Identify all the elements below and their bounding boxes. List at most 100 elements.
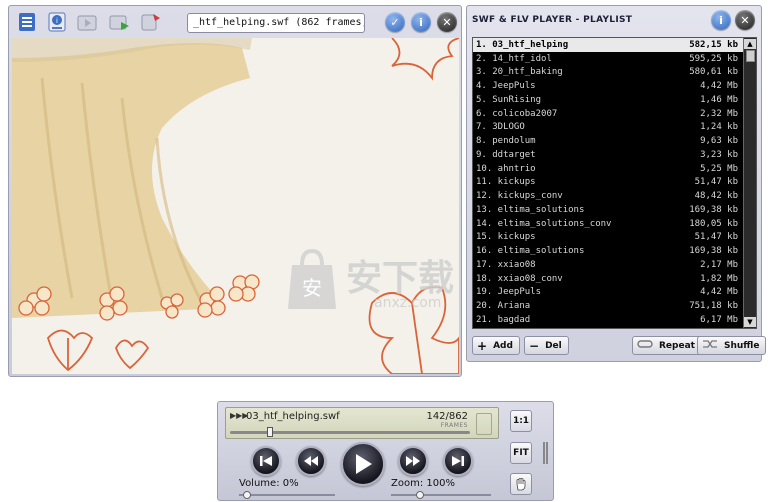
play-folder-icon[interactable] (107, 11, 131, 33)
frame-counter: 142/862 (426, 411, 468, 422)
playlist-item[interactable]: 19. JeepPuls 4,42 Mb (473, 286, 756, 300)
volume-knob[interactable] (243, 491, 251, 499)
actual-size-button[interactable]: 1:1 (510, 410, 532, 432)
close-icon[interactable]: ✕ (735, 10, 755, 30)
playlist-item[interactable]: 5. SunRising 1,46 Mb (473, 93, 756, 107)
fit-button[interactable]: FIT (510, 442, 532, 464)
seek-knob[interactable] (266, 427, 273, 437)
display-panel: ▶▶▶ 03_htf_helping.swf 142/862 FRAMES (225, 407, 499, 439)
playlist-item-name: 5. SunRising (476, 94, 542, 105)
playlist-item-name: 3. 20_htf_baking (476, 67, 563, 78)
playlist-item[interactable]: 2. 14_htf_idol 595,25 kb (473, 52, 756, 66)
playlist-item-name: 19. JeepPuls (476, 287, 542, 298)
list-icon[interactable] (15, 11, 39, 33)
info-icon[interactable]: i (711, 10, 731, 30)
skip-forward-icon (452, 456, 464, 466)
playlist-item[interactable]: 1. 03_htf_helping 582,15 kb (473, 38, 756, 52)
previous-button[interactable] (251, 446, 281, 476)
playlist-item[interactable]: 20. Ariana 751,18 kb (473, 299, 756, 313)
playlist-item-name: 4. JeepPuls (476, 81, 536, 92)
playlist-item-size: 2,32 Mb (700, 108, 738, 119)
playlist-item[interactable]: 3. 20_htf_baking 580,61 kb (473, 66, 756, 80)
del-button[interactable]: − Del (524, 336, 569, 355)
playlist-item-size: 582,15 kb (689, 39, 738, 50)
playlist-item-name: 16. eltima_solutions (476, 246, 585, 257)
playlist-item-size: 48,42 kb (694, 191, 738, 202)
scroll-thumb[interactable] (745, 50, 755, 62)
panel-grip[interactable] (543, 442, 548, 464)
close-icon[interactable]: ✕ (437, 12, 457, 32)
playlist-item-size: 1,24 kb (700, 122, 738, 133)
playlist-item-name: 13. eltima_solutions (476, 204, 585, 215)
playlist-item[interactable]: 21. bagdad 6,17 Mb (473, 313, 756, 327)
playlist-item[interactable]: 6. colicoba2007 2,32 Mb (473, 107, 756, 121)
playlist-item[interactable]: 18. xxiao08_conv 1,82 Mb (473, 272, 756, 286)
playlist-item[interactable]: 11. kickups 51,47 kb (473, 176, 756, 190)
play-button[interactable] (341, 442, 385, 486)
shuffle-button[interactable]: Shuffle (697, 336, 767, 355)
info-icon[interactable]: i (411, 12, 431, 32)
watermark-bag-icon: 安 (288, 248, 336, 309)
playlist-item-size: 51,47 kb (694, 232, 738, 243)
playlist-item-size: 1,82 Mb (700, 273, 738, 284)
playlist-item-size: 180,05 kb (689, 218, 738, 229)
scroll-up-icon[interactable]: ▲ (744, 39, 756, 49)
playlist-item[interactable]: 14. eltima_solutions_conv 180,05 kb (473, 217, 756, 231)
playlist-item-size: 6,17 Mb (700, 314, 738, 325)
volume-slider[interactable] (239, 491, 335, 499)
playlist-item-size: 51,47 kb (694, 177, 738, 188)
next-button[interactable] (443, 446, 473, 476)
shuffle-icon (702, 339, 718, 352)
playlist-item-size: 169,38 kb (689, 246, 738, 257)
playlist-item-name: 12. kickups_conv (476, 191, 563, 202)
playlist-item-name: 14. eltima_solutions_conv (476, 218, 612, 229)
playlist-item[interactable]: 7. 3DLOGO 1,24 kb (473, 121, 756, 135)
playlist-item[interactable]: 15. kickups 51,47 kb (473, 231, 756, 245)
playlist-item[interactable]: 12. kickups_conv 48,42 kb (473, 189, 756, 203)
playlist-scrollbar[interactable]: ▲ ▼ (743, 38, 756, 328)
playlist-item-name: 1. 03_htf_helping (476, 39, 569, 50)
svg-text:i: i (56, 17, 58, 25)
export-icon[interactable] (139, 11, 163, 33)
repeat-button[interactable]: Repeat (632, 336, 702, 355)
playlist-list: 1. 03_htf_helping 582,15 kb 2. 14_htf_idol… (472, 37, 757, 329)
zoom-slider[interactable] (391, 491, 491, 499)
player-toolbar: i _htf_helping.swf (862 frames, 01:48 ✓ … (9, 6, 461, 38)
svg-text:安: 安 (302, 276, 322, 300)
playlist-item-name: 20. Ariana (476, 301, 531, 312)
check-icon[interactable]: ✓ (385, 12, 405, 32)
playlist-item-name: 8. pendolum (476, 136, 536, 147)
playlist-item[interactable]: 17. xxiao08 2,17 Mb (473, 258, 756, 272)
loop-indicator-icon[interactable] (476, 413, 492, 435)
scroll-down-icon[interactable]: ▼ (744, 317, 756, 327)
playlist-item-size: 2,17 Mb (700, 259, 738, 270)
flash-stage[interactable]: 安 安下载 anxz.com (12, 38, 459, 374)
volume-label: Volume: 0% (239, 478, 299, 489)
skip-back-icon (260, 456, 272, 466)
frames-label: FRAMES (440, 422, 468, 429)
playlist-item[interactable]: 9. ddtarget 3,23 kb (473, 148, 756, 162)
add-button[interactable]: + Add (472, 336, 520, 355)
open-icon[interactable] (75, 11, 99, 33)
playlist-window: SWF & FLV PLAYER - PLAYLIST i ✕ 1. 03_ht… (466, 5, 767, 362)
watermark-text: 安下载 (346, 258, 455, 299)
rewind-button[interactable] (296, 446, 326, 476)
rewind-icon (304, 456, 318, 466)
control-panel: ▶▶▶ 03_htf_helping.swf 142/862 FRAMES 1:… (217, 401, 554, 501)
playlist-item[interactable]: 10. ahntrio 5,25 Mb (473, 162, 756, 176)
playlist-item-size: 580,61 kb (689, 67, 738, 78)
playlist-item[interactable]: 4. JeepPuls 4,42 Mb (473, 79, 756, 93)
player-window: i _htf_helping.swf (862 frames, 01:48 ✓ … (8, 5, 462, 377)
playlist-item[interactable]: 13. eltima_solutions 169,38 kb (473, 203, 756, 217)
hand-tool-button[interactable] (510, 473, 532, 495)
info-doc-icon[interactable]: i (45, 11, 69, 33)
playlist-item[interactable]: 8. pendolum 9,63 kb (473, 134, 756, 148)
file-info-field: _htf_helping.swf (862 frames, 01:48 (187, 13, 365, 33)
playlist-item[interactable]: 16. eltima_solutions 169,38 kb (473, 244, 756, 258)
zoom-label: Zoom: 100% (391, 478, 455, 489)
seek-bar[interactable] (230, 427, 470, 437)
playlist-item-name: 11. kickups (476, 177, 536, 188)
playlist-item-size: 1,46 Mb (700, 94, 738, 105)
zoom-knob[interactable] (416, 491, 424, 499)
fast-forward-button[interactable] (398, 446, 428, 476)
